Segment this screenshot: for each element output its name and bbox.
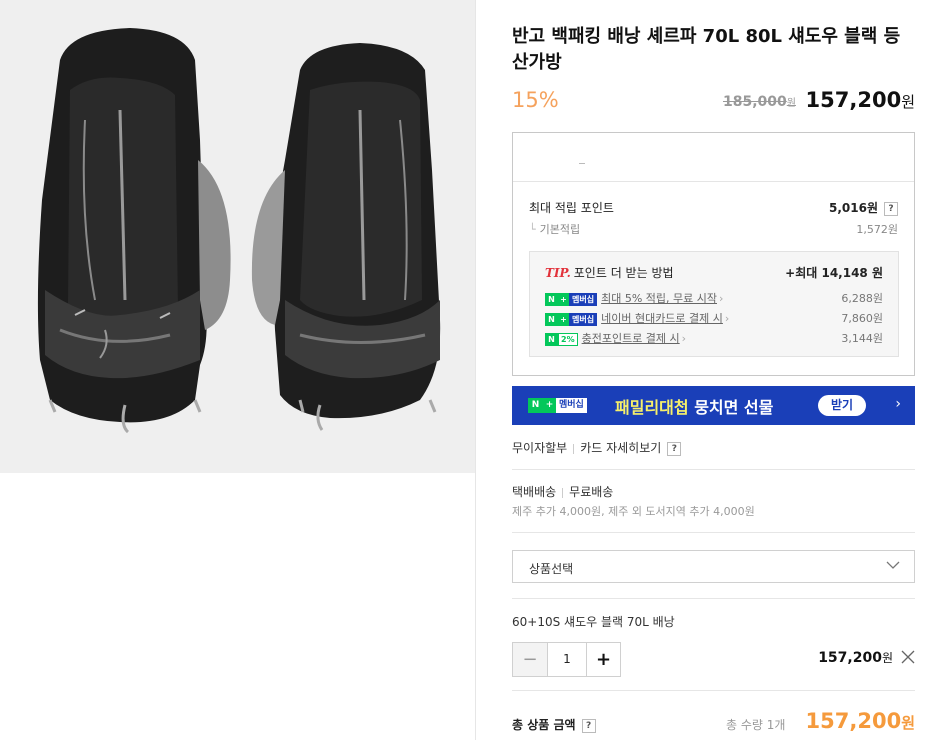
tip-item-label: 네이버 현대카드로 결제 시 <box>601 312 723 325</box>
product-page: 반고 백패킹 배낭 셰르파 70L 80L 섀도우 블랙 등산가방 15% 18… <box>0 0 931 740</box>
original-price: 185,000원 <box>723 94 796 110</box>
npay-membership-icon: N + 멤버십 <box>545 312 598 326</box>
plus-icon: + <box>558 312 569 326</box>
total-price-value: 157,200 <box>805 709 902 733</box>
membership-badge-label: 멤버십 <box>569 292 598 306</box>
shipping-extra: 제주 추가 4,000원, 제주 외 도서지역 추가 4,000원 <box>512 505 755 518</box>
selected-option-price-value: 157,200 <box>818 650 882 666</box>
tip-item-value: 3,144원 <box>841 332 883 345</box>
points-help-icon[interactable]: ? <box>884 201 898 216</box>
npay-membership-icon: N + 멤버십 <box>545 292 598 306</box>
tip-item-value: 7,860원 <box>841 312 883 325</box>
sale-price: 157,200원 <box>806 88 915 112</box>
total-quantity: 총 수량 1개 <box>726 718 786 732</box>
n-icon: N <box>528 398 543 413</box>
tip-item-charge[interactable]: N 2% 충전포인트로 결제 시 › 3,144원 <box>545 330 883 346</box>
tip-header: TIP. 포인트 더 받는 방법 <box>545 264 674 281</box>
base-points-label: 기본적립 <box>539 223 581 236</box>
membership-badge-label: 멤버십 <box>569 312 598 326</box>
tip-badge: TIP. <box>545 266 571 280</box>
option-select[interactable]: 상품선택 <box>512 550 915 583</box>
tip-max-points: +최대 14,148 원 <box>785 266 883 280</box>
plus-icon: + <box>543 398 556 413</box>
product-image[interactable] <box>0 0 475 473</box>
quantity-minus-button[interactable]: − <box>513 643 547 676</box>
vertical-divider <box>475 0 476 740</box>
banner-text: 패밀리대첩 뭉치면 선물 <box>615 394 773 418</box>
backpack-front <box>37 28 231 434</box>
backpack-side <box>251 43 441 431</box>
total-label-wrap: 총 상품 금액? <box>512 716 596 733</box>
tip-item-label: 최대 5% 적립, 무료 시작 <box>601 292 717 305</box>
divider <box>512 690 915 691</box>
total-price: 157,200원 <box>806 709 915 733</box>
divider <box>512 598 915 599</box>
sale-price-unit: 원 <box>901 93 915 111</box>
tip-title: 포인트 더 받는 방법 <box>573 266 674 280</box>
banner-receive-button[interactable]: 받기 <box>818 395 866 416</box>
option-select-label: 상품선택 <box>529 562 574 576</box>
shipping-row: 택배배송 무료배송 <box>512 483 613 500</box>
n-icon: N <box>545 332 558 346</box>
chevron-right-icon: › <box>724 312 730 325</box>
membership-promo-banner[interactable]: N + 멤버십 패밀리대첩 뭉치면 선물 받기 › <box>512 386 915 425</box>
selected-option-price-unit: 원 <box>881 651 893 665</box>
installment-label: 무이자할부 <box>512 441 568 455</box>
total-label: 총 상품 금액 <box>512 718 576 732</box>
n-icon: N <box>545 312 558 326</box>
installment-help-icon[interactable]: ? <box>667 441 682 456</box>
base-points-value: 1,572원 <box>856 223 898 236</box>
plus-icon: + <box>558 292 569 306</box>
points-box: 최대 적립 포인트 5,016원? └ 기본적립 1,572원 TIP. 포인트 더… <box>512 132 915 376</box>
dash-mark <box>579 163 585 164</box>
quantity-stepper: − 1 + <box>512 642 621 677</box>
banner-highlight: 패밀리대첩 <box>615 398 689 417</box>
chevron-down-icon <box>886 561 900 569</box>
base-points-row: └ 기본적립 1,572원 <box>529 221 898 237</box>
tip-box: TIP. 포인트 더 받는 방법 +최대 14,148 원 N + 멤버십 최대 5% … <box>529 251 899 357</box>
shipping-fee: 무료배송 <box>569 485 614 499</box>
two-percent-badge: 2% <box>558 332 578 346</box>
max-points-value: 5,016원 <box>829 201 878 215</box>
divider <box>512 532 915 533</box>
total-price-unit: 원 <box>901 714 915 732</box>
shipping-method: 택배배송 <box>512 485 557 499</box>
max-points-label: 최대 적립 포인트 <box>529 201 614 215</box>
card-detail-link[interactable]: 카드 자세히보기 <box>580 441 661 455</box>
discount-rate: 15% <box>512 88 559 112</box>
chevron-right-icon: › <box>895 396 901 412</box>
sale-price-value: 157,200 <box>805 88 902 112</box>
chevron-right-icon: › <box>719 292 724 305</box>
corner-arrow-icon: └ <box>529 223 536 236</box>
separator <box>573 443 575 454</box>
backpack-illustration <box>37 28 441 434</box>
product-title: 반고 백패킹 배낭 셰르파 70L 80L 섀도우 블랙 등산가방 <box>512 26 901 73</box>
selected-option-name: 60+10S 섀도우 블랙 70L 배낭 <box>512 615 675 629</box>
installment-row: 무이자할부 카드 자세히보기? <box>512 439 682 456</box>
tip-item-membership[interactable]: N + 멤버십 최대 5% 적립, 무료 시작 › 6,288원 <box>545 290 883 306</box>
total-help-icon[interactable]: ? <box>581 718 596 733</box>
max-points-value-wrap: 5,016원? <box>829 199 898 216</box>
original-price-unit: 원 <box>786 98 796 109</box>
n-icon: N <box>545 292 558 306</box>
original-price-value: 185,000 <box>723 94 787 110</box>
banner-text-rest: 뭉치면 선물 <box>694 398 774 417</box>
npay-charge-icon: N 2% <box>545 332 578 346</box>
max-points-row: 최대 적립 포인트 5,016원? <box>529 199 898 216</box>
tip-item-value: 6,288원 <box>841 292 883 305</box>
points-box-header <box>513 133 914 182</box>
membership-label: 멤버십 <box>556 398 587 413</box>
quantity-plus-button[interactable]: + <box>586 643 620 676</box>
npay-membership-badge: N + 멤버십 <box>528 398 587 413</box>
separator <box>562 487 564 498</box>
chevron-right-icon: › <box>681 332 687 345</box>
selected-option-price: 157,200원 <box>818 649 893 666</box>
divider <box>512 469 915 470</box>
quantity-value[interactable]: 1 <box>547 643 586 676</box>
tip-item-label: 충전포인트로 결제 시 <box>581 332 680 345</box>
tip-item-card[interactable]: N + 멤버십 네이버 현대카드로 결제 시 › 7,860원 <box>545 310 883 326</box>
close-icon[interactable] <box>901 650 915 664</box>
